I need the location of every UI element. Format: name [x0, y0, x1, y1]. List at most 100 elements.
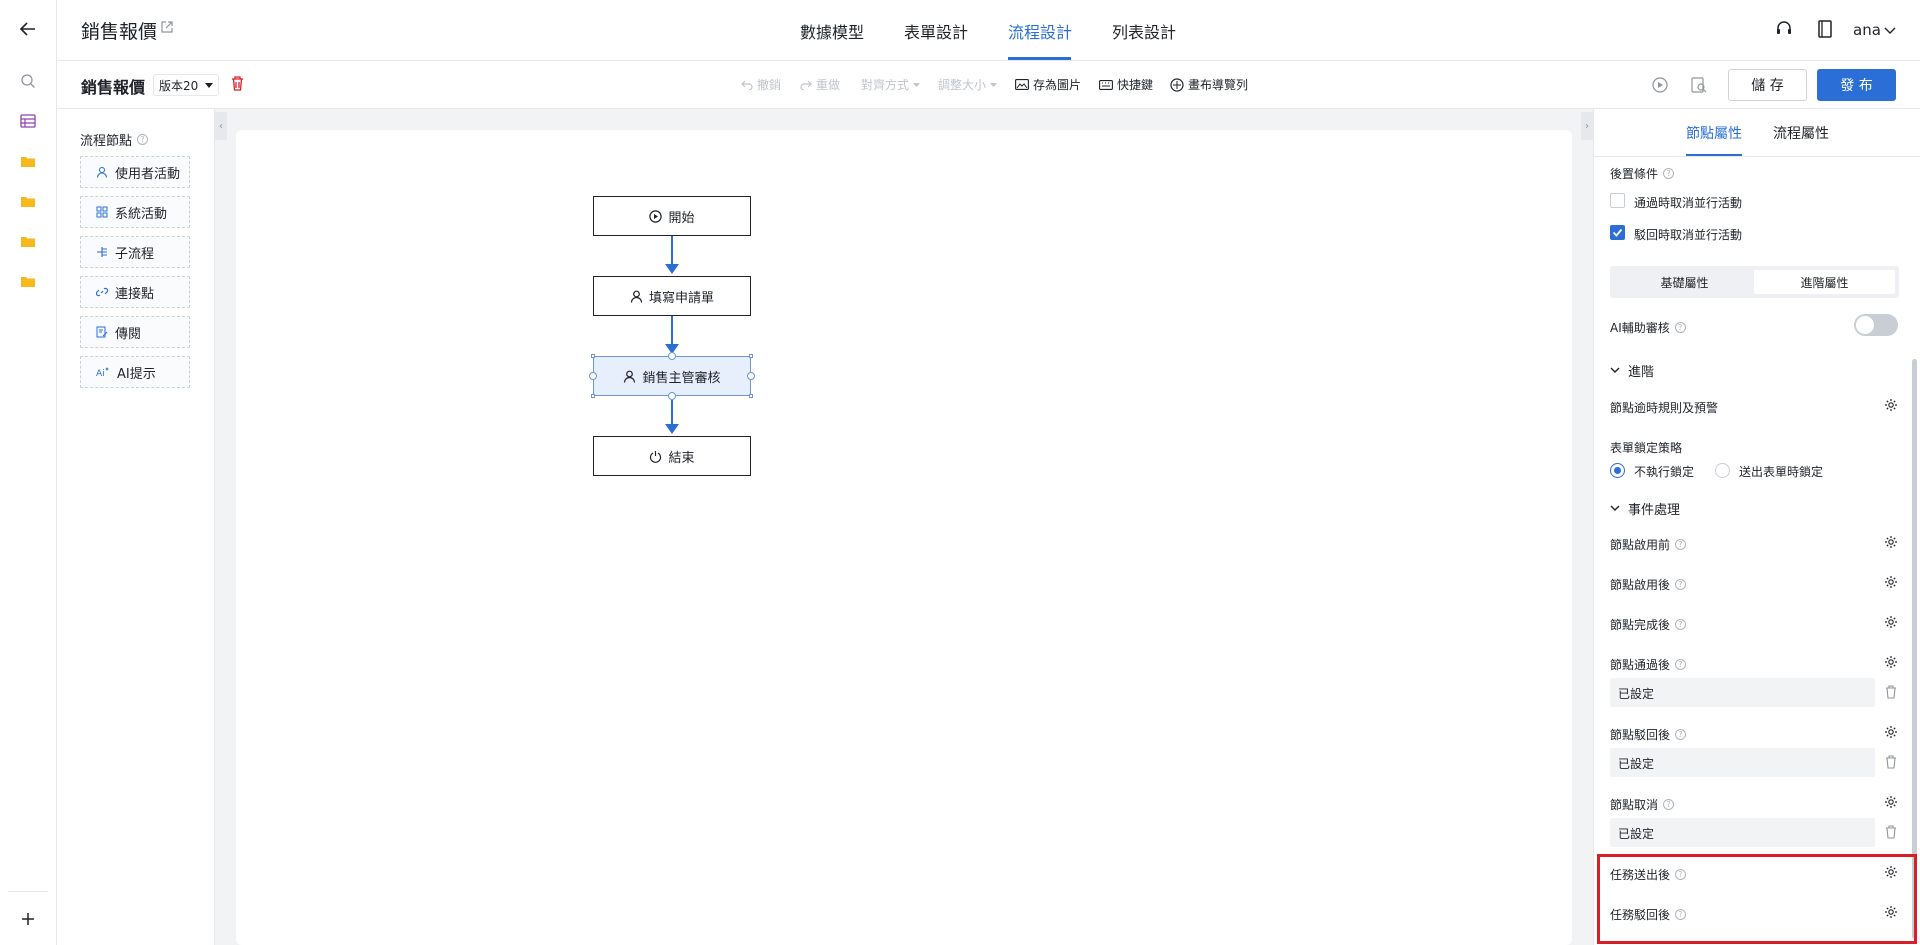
seg-basic-properties[interactable]: 基礎屬性 [1614, 270, 1755, 294]
flow-node-fill-form[interactable]: 填寫申請單 [593, 276, 751, 316]
user-icon [624, 370, 636, 383]
resize-handle[interactable] [591, 394, 595, 398]
help-icon[interactable]: ? [1675, 659, 1687, 670]
flow-connector[interactable] [671, 236, 673, 264]
resize-dropdown[interactable]: 調整大小 [938, 76, 998, 93]
trash-icon[interactable] [1885, 685, 1897, 699]
connection-handle[interactable] [668, 392, 676, 400]
gear-icon[interactable] [1884, 655, 1898, 669]
chevron-down-icon[interactable] [1884, 24, 1896, 39]
lock-option-no-lock-radio[interactable] [1610, 463, 1625, 478]
connection-handle[interactable] [589, 372, 597, 380]
run-preview-icon[interactable] [1652, 77, 1668, 97]
palette-item-ai-prompt[interactable]: Ai AI提示 [80, 356, 190, 388]
lock-option-no-lock-label[interactable]: 不執行鎖定 [1634, 463, 1694, 480]
publish-button[interactable]: 發 布 [1817, 69, 1896, 101]
collapse-left-handle[interactable]: ‹ [215, 112, 227, 140]
flow-node-label: 開始 [668, 210, 695, 226]
folder-icon[interactable] [16, 229, 40, 253]
gear-icon[interactable] [1884, 575, 1898, 589]
cancel-on-reject-checkbox[interactable] [1610, 225, 1625, 240]
resize-handle[interactable] [749, 354, 753, 358]
node-cancel-value-box[interactable]: 已設定 [1610, 818, 1875, 847]
tab-node-properties[interactable]: 節點屬性 [1686, 123, 1742, 143]
trash-icon[interactable] [1885, 755, 1897, 769]
flow-node-start[interactable]: 開始 [593, 196, 751, 236]
tab-form-design[interactable]: 表單設計 [904, 19, 968, 43]
redo-label: 重做 [816, 78, 841, 92]
flow-node-end[interactable]: 結束 [593, 436, 751, 476]
save-image-button[interactable]: 存為圖片 [1015, 76, 1081, 93]
flow-canvas[interactable] [236, 130, 1572, 945]
palette-item-subprocess[interactable]: 子流程 [80, 236, 190, 268]
compass-icon [1170, 77, 1184, 92]
ai-review-toggle[interactable] [1854, 314, 1898, 336]
panel-scrollbar[interactable] [1912, 359, 1917, 939]
connection-handle[interactable] [668, 352, 676, 360]
resize-handle[interactable] [749, 394, 753, 398]
external-link-icon[interactable] [161, 21, 173, 37]
tab-list-design[interactable]: 列表設計 [1112, 19, 1176, 43]
event-label-text: 節點駁回後 [1610, 728, 1671, 742]
user-name[interactable]: ana [1853, 21, 1881, 39]
inspect-doc-icon[interactable] [1691, 77, 1707, 97]
gear-icon[interactable] [1884, 398, 1898, 412]
help-icon[interactable]: ? [1663, 799, 1675, 810]
shortcuts-button[interactable]: 快捷鍵 [1099, 76, 1153, 93]
cancel-on-reject-label[interactable]: 駁回時取消並行活動 [1634, 226, 1742, 243]
folder-icon[interactable] [16, 269, 40, 293]
folder-icon[interactable] [16, 149, 40, 173]
flow-connector[interactable] [671, 400, 673, 425]
palette-item-user-activity[interactable]: 使用者活動 [80, 156, 190, 188]
palette-item-circulate[interactable]: 傳閱 [80, 316, 190, 348]
help-icon[interactable]: ? [1663, 168, 1675, 179]
folder-icon[interactable] [16, 189, 40, 213]
tab-flow-design[interactable]: 流程設計 [1008, 19, 1072, 43]
table-icon[interactable] [16, 109, 40, 133]
gear-icon[interactable] [1884, 795, 1898, 809]
flow-connector[interactable] [671, 316, 673, 344]
version-select[interactable]: 版本20 [153, 74, 219, 96]
help-icon[interactable]: ? [137, 134, 149, 145]
cancel-on-pass-label[interactable]: 通過時取消並行活動 [1634, 194, 1742, 211]
collapse-right-handle[interactable]: › [1581, 112, 1593, 140]
after-reject-value-box[interactable]: 已設定 [1610, 748, 1875, 777]
delete-icon[interactable] [231, 76, 244, 95]
power-icon [650, 450, 662, 463]
tab-flow-properties[interactable]: 流程屬性 [1773, 123, 1829, 143]
gear-icon[interactable] [1884, 725, 1898, 739]
plus-icon[interactable] [16, 907, 40, 931]
help-icon[interactable]: ? [1675, 539, 1687, 550]
trash-icon[interactable] [1885, 825, 1897, 839]
help-icon[interactable]: ? [1674, 322, 1686, 333]
redo-button[interactable]: 重做 [800, 76, 840, 93]
canvas-nav-button[interactable]: 畫布導覽列 [1170, 76, 1248, 93]
search-icon[interactable] [16, 69, 40, 93]
after-pass-value-box[interactable]: 已設定 [1610, 678, 1875, 707]
lock-option-on-submit-radio[interactable] [1715, 463, 1730, 478]
lock-option-on-submit-label[interactable]: 送出表單時鎖定 [1739, 463, 1823, 480]
resize-handle[interactable] [591, 354, 595, 358]
flow-node-sales-manager-review[interactable]: 銷售主管審核 [593, 356, 751, 396]
back-arrow-icon[interactable] [16, 17, 40, 41]
connection-handle[interactable] [747, 372, 755, 380]
gear-icon[interactable] [1884, 615, 1898, 629]
book-icon[interactable] [1818, 20, 1832, 42]
save-button[interactable]: 儲 存 [1728, 69, 1807, 101]
palette-item-connector[interactable]: 連接點 [80, 276, 190, 308]
advanced-section-header[interactable]: 進階 [1610, 361, 1654, 380]
chevron-down-icon [1610, 505, 1620, 511]
palette-item-system-activity[interactable]: 系統活動 [80, 196, 190, 228]
help-icon[interactable]: ? [1675, 729, 1687, 740]
events-section-header[interactable]: 事件處理 [1610, 499, 1680, 518]
event-label-text: 節點取消 [1610, 798, 1659, 812]
tab-data-model[interactable]: 數據模型 [800, 19, 864, 43]
align-dropdown[interactable]: 對齊方式 [861, 76, 921, 93]
gear-icon[interactable] [1884, 535, 1898, 549]
support-headset-icon[interactable] [1775, 20, 1793, 42]
help-icon[interactable]: ? [1675, 579, 1687, 590]
seg-advanced-properties[interactable]: 進階屬性 [1754, 270, 1895, 294]
help-icon[interactable]: ? [1675, 619, 1687, 630]
undo-button[interactable]: 撤銷 [741, 76, 781, 93]
cancel-on-pass-checkbox[interactable] [1610, 193, 1625, 208]
